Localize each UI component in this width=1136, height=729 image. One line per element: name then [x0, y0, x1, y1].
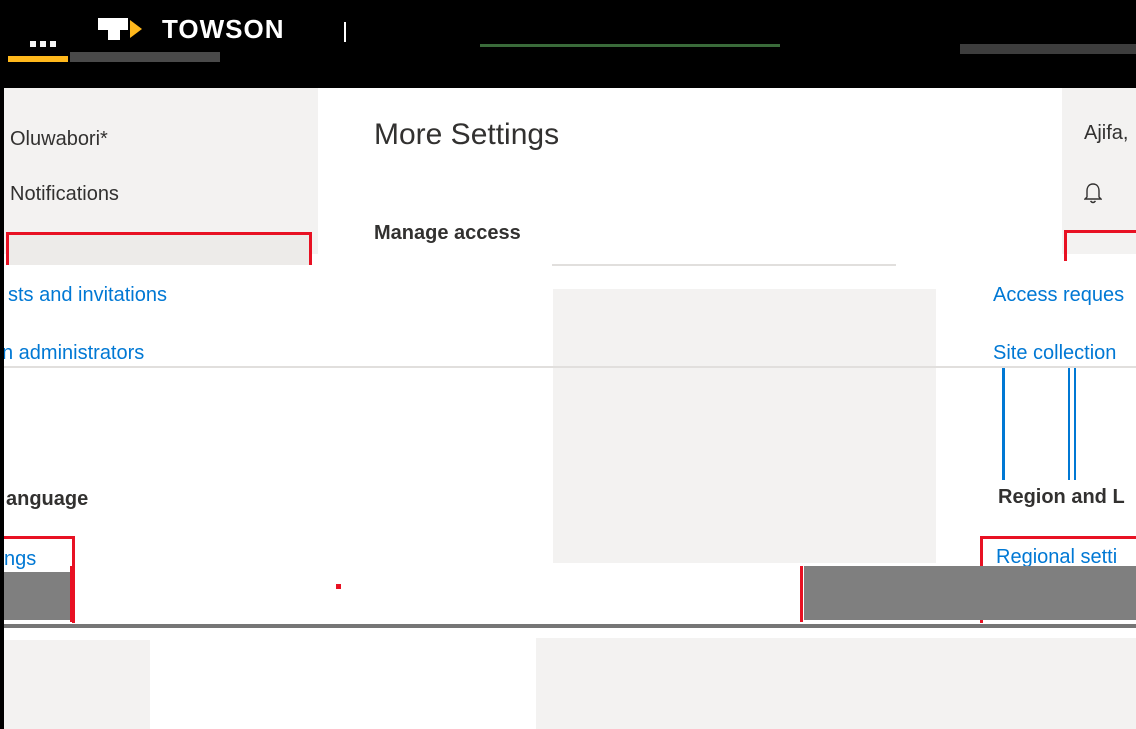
more-settings-item-highlight[interactable]	[6, 232, 312, 265]
render-artifact	[4, 624, 1136, 628]
top-bar: TOWSON	[0, 0, 1136, 88]
region-language-heading: anguage	[6, 488, 89, 510]
towson-logo-icon	[98, 18, 146, 40]
render-artifact	[480, 44, 780, 47]
render-artifact	[1074, 368, 1076, 480]
render-artifact	[800, 566, 803, 622]
notifications-item[interactable]: Notifications	[10, 183, 119, 206]
content-panel	[553, 289, 936, 563]
settings-gear-highlight[interactable]	[1064, 230, 1136, 261]
render-artifact	[960, 44, 1136, 54]
left-nav-panel	[0, 88, 318, 254]
manage-access-heading: Manage access	[374, 222, 521, 244]
user-name-right[interactable]: Ajifa,	[1084, 122, 1128, 145]
brand-name: TOWSON	[162, 14, 285, 44]
app-launcher-icon[interactable]	[30, 34, 64, 47]
section-divider	[4, 366, 1136, 368]
access-requests-link-right[interactable]: Access reques	[993, 284, 1136, 307]
brand-divider	[344, 22, 346, 42]
render-artifact	[8, 56, 68, 62]
site-admins-link[interactable]: n administrators	[2, 342, 144, 365]
language-settings-link[interactable]: ngs	[4, 548, 36, 571]
user-name[interactable]: Oluwabori*	[10, 128, 108, 151]
render-artifact	[4, 640, 150, 729]
site-collection-link-right[interactable]: Site collection	[993, 342, 1136, 365]
render-artifact	[1002, 368, 1005, 480]
render-artifact	[336, 584, 341, 589]
access-requests-link[interactable]: sts and invitations	[8, 284, 167, 307]
page-title: More Settings	[374, 118, 560, 151]
render-artifact	[804, 566, 1136, 620]
render-artifact	[70, 52, 220, 62]
breadcrumb-rule	[552, 264, 896, 266]
render-artifact	[4, 572, 70, 620]
window-frame	[0, 88, 4, 729]
render-artifact	[1068, 368, 1070, 480]
render-artifact	[70, 566, 74, 622]
bell-icon[interactable]	[1084, 182, 1102, 204]
region-language-heading-right: Region and L	[998, 486, 1125, 508]
render-artifact	[536, 638, 1136, 729]
